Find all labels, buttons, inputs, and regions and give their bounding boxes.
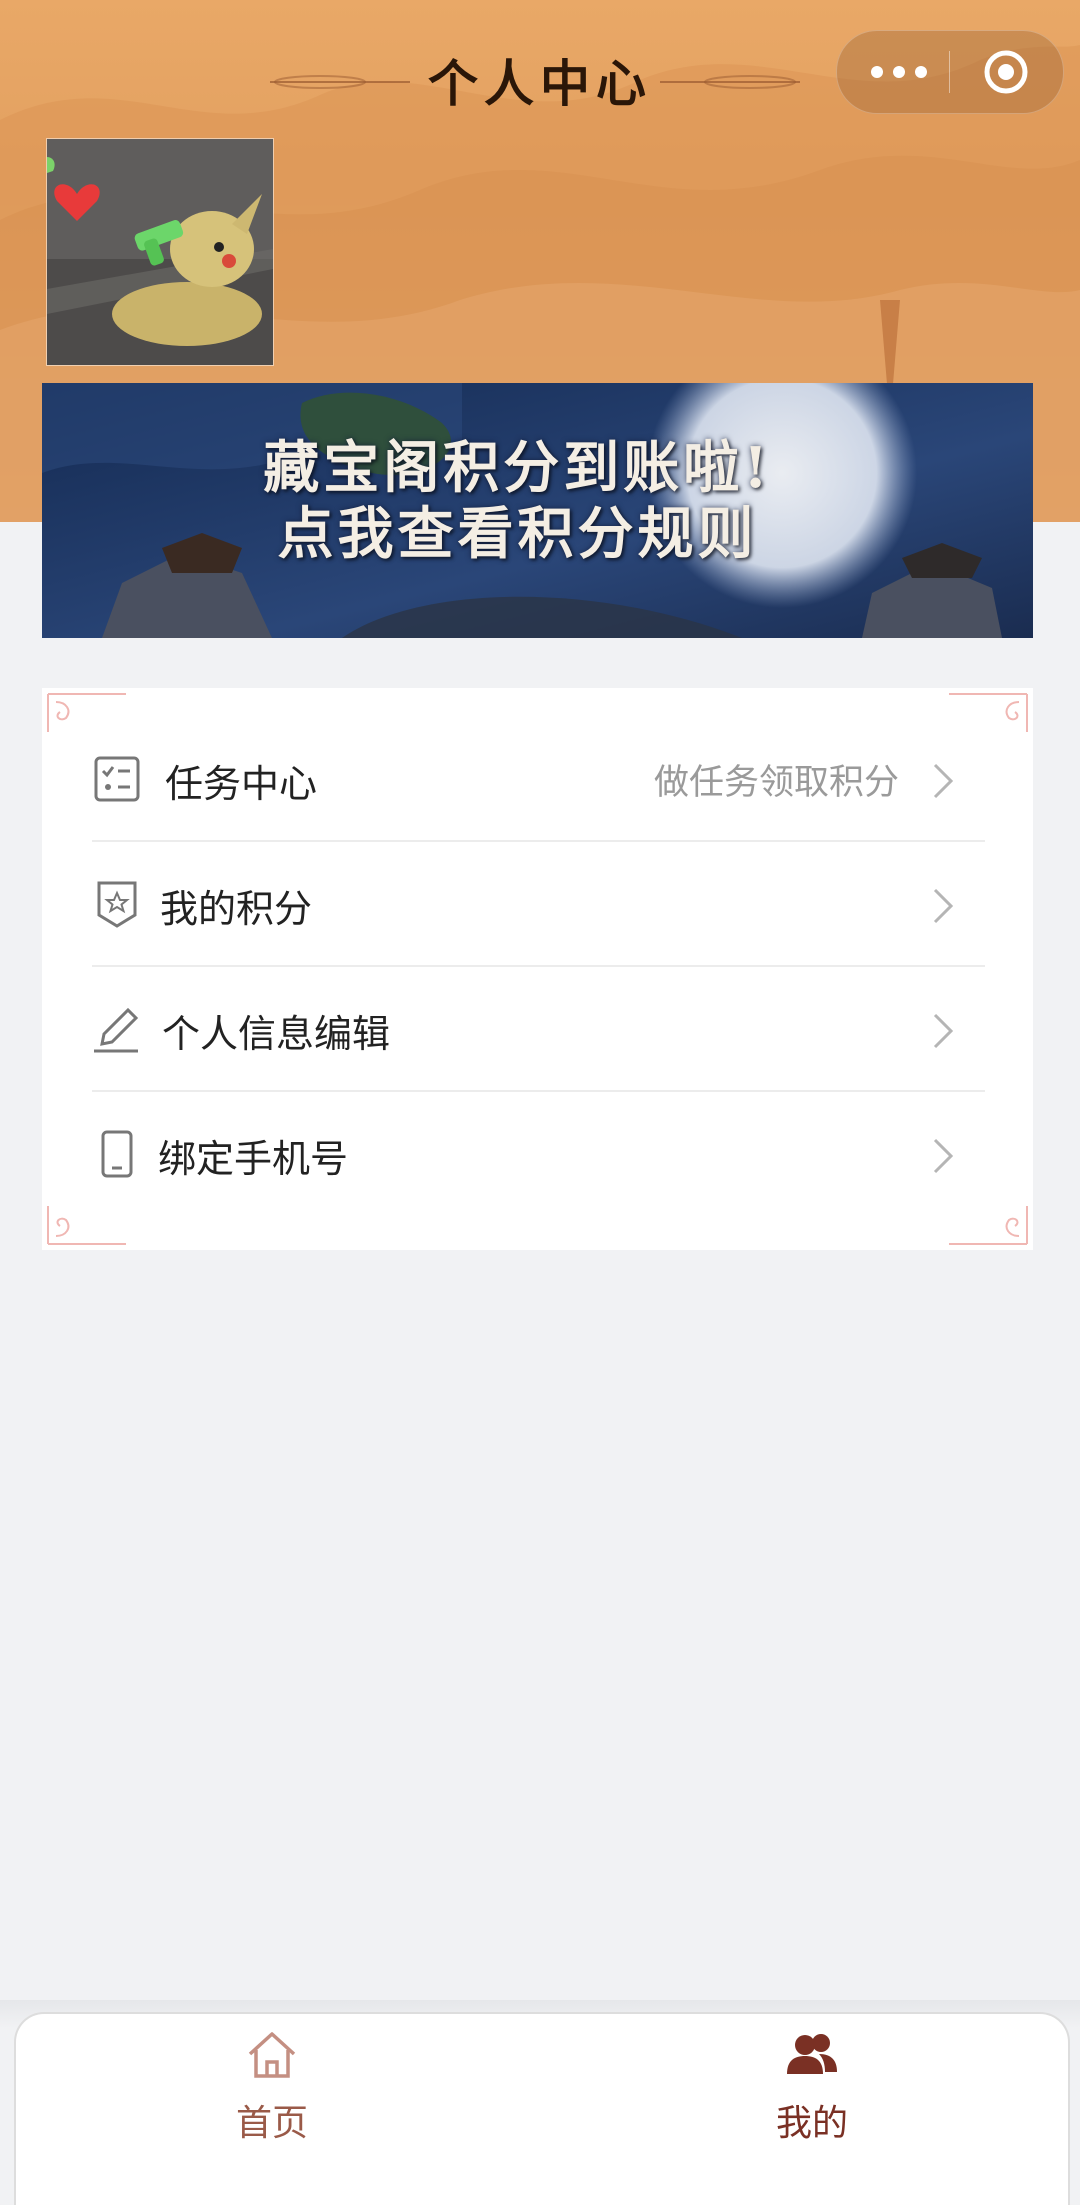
tab-label: 我的 [775,2103,848,2144]
capsule-divider [949,51,950,93]
menu-card: 任务中心 做任务领取积分 我的积分 个人信息编辑 绑定手机号 [42,688,1033,1250]
tab-label: 首页 [235,2103,308,2144]
tab-home[interactable]: 首页 [122,2014,422,2154]
more-dots-icon[interactable] [869,59,929,85]
menu-item-hint: 做任务领取积分 [653,763,899,803]
menu-item-bind-phone[interactable]: 绑定手机号 [92,1092,985,1217]
menu-item-label: 我的积分 [160,887,313,931]
users-icon [787,2034,837,2074]
chevron-right-icon [933,888,954,924]
points-banner[interactable]: 藏宝阁积分到账啦! 点我查看积分规则 [42,383,1033,638]
menu-item-edit-profile[interactable]: 个人信息编辑 [92,967,985,1092]
menu-item-label: 绑定手机号 [158,1137,349,1181]
banner-line-1: 藏宝阁积分到账啦! [263,435,772,501]
avatar[interactable] [46,138,274,366]
menu-item-my-points[interactable]: 我的积分 [92,842,985,967]
tab-mine[interactable]: 我的 [662,2014,962,2154]
home-icon [248,2032,296,2078]
banner-line-2: 点我查看积分规则 [277,501,758,567]
phone-icon [101,1130,133,1178]
points-badge-icon [97,881,137,928]
chevron-right-icon [933,1013,954,1049]
target-close-icon[interactable] [983,49,1029,95]
tab-bar: 首页 我的 [14,2012,1070,2205]
menu-item-label: 个人信息编辑 [162,1012,391,1056]
menu-item-label: 任务中心 [165,762,318,806]
menu-item-task-center[interactable]: 任务中心 做任务领取积分 [92,717,985,842]
avatar-image [47,139,273,365]
chevron-right-icon [933,1138,954,1174]
banner-text: 藏宝阁积分到账啦! 点我查看积分规则 [42,435,1013,567]
pencil-icon [94,1007,139,1053]
chevron-right-icon [933,763,954,799]
mini-program-capsule [836,30,1064,114]
task-list-icon [94,756,140,802]
